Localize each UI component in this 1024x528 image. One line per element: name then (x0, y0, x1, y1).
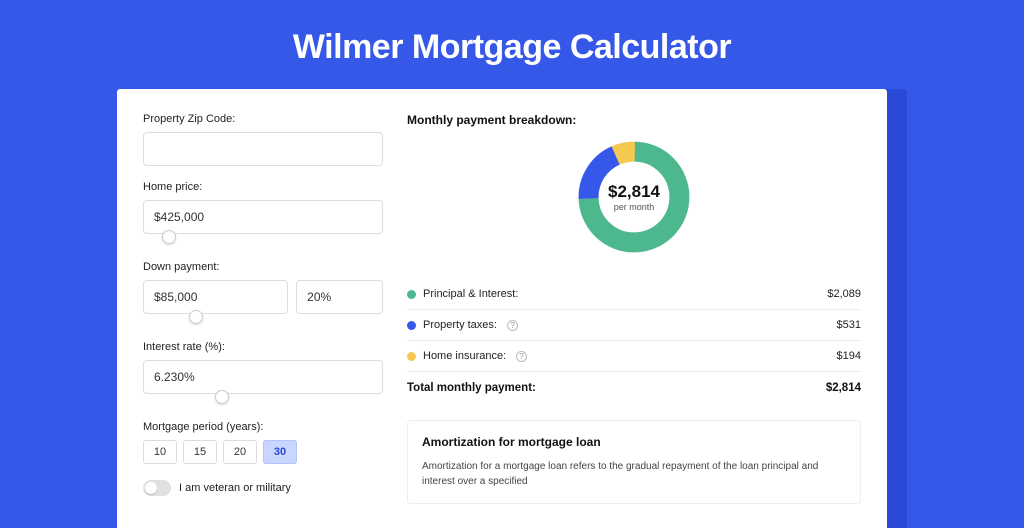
breakdown-title: Monthly payment breakdown: (407, 113, 861, 127)
amortization-card: Amortization for mortgage loan Amortizat… (407, 420, 861, 504)
veteran-label: I am veteran or military (179, 482, 291, 494)
zip-label: Property Zip Code: (143, 113, 383, 125)
legend-principal-label: Principal & Interest: (423, 288, 518, 300)
legend-insurance-row: Home insurance: ? $194 (407, 341, 861, 372)
zip-input[interactable] (143, 132, 383, 166)
period-20-button[interactable]: 20 (223, 440, 257, 464)
total-label: Total monthly payment: (407, 382, 536, 394)
period-15-button[interactable]: 15 (183, 440, 217, 464)
veteran-row: I am veteran or military (143, 480, 383, 496)
page-title: Wilmer Mortgage Calculator (0, 0, 1024, 89)
card-shadow: Property Zip Code: Home price: Down paym… (117, 89, 907, 528)
down-payment-field: Down payment: (143, 261, 383, 326)
home-price-slider[interactable] (143, 232, 383, 246)
home-price-field: Home price: (143, 181, 383, 246)
calculator-card: Property Zip Code: Home price: Down paym… (117, 89, 887, 528)
total-row: Total monthly payment: $2,814 (407, 372, 861, 404)
donut-center: $2,814 per month (574, 137, 694, 257)
amortization-title: Amortization for mortgage loan (422, 435, 846, 449)
down-payment-input[interactable] (143, 280, 288, 314)
donut-value: $2,814 (608, 182, 660, 202)
home-price-input[interactable] (143, 200, 383, 234)
period-label: Mortgage period (years): (143, 421, 383, 433)
dot-icon (407, 290, 416, 299)
total-value: $2,814 (826, 382, 861, 394)
legend-taxes-value: $531 (837, 319, 861, 331)
donut-chart-wrap: $2,814 per month (407, 137, 861, 257)
amortization-body: Amortization for a mortgage loan refers … (422, 459, 846, 489)
legend-principal-value: $2,089 (827, 288, 861, 300)
down-payment-label: Down payment: (143, 261, 383, 273)
zip-field: Property Zip Code: (143, 113, 383, 166)
interest-slider[interactable] (143, 392, 383, 406)
breakdown-column: Monthly payment breakdown: $2,814 per mo… (407, 113, 861, 504)
period-field: Mortgage period (years): 10 15 20 30 (143, 421, 383, 464)
donut-sub: per month (614, 202, 655, 212)
slider-thumb-icon[interactable] (189, 310, 203, 324)
interest-input[interactable] (143, 360, 383, 394)
dot-icon (407, 321, 416, 330)
help-icon[interactable]: ? (507, 320, 518, 331)
legend-taxes-label: Property taxes: (423, 319, 497, 331)
legend-principal-row: Principal & Interest: $2,089 (407, 279, 861, 310)
dot-icon (407, 352, 416, 361)
legend-insurance-value: $194 (837, 350, 861, 362)
period-10-button[interactable]: 10 (143, 440, 177, 464)
donut-chart: $2,814 per month (574, 137, 694, 257)
toggle-knob-icon (145, 482, 157, 494)
slider-thumb-icon[interactable] (162, 230, 176, 244)
slider-thumb-icon[interactable] (215, 390, 229, 404)
veteran-toggle[interactable] (143, 480, 171, 496)
period-30-button[interactable]: 30 (263, 440, 297, 464)
legend-insurance-label: Home insurance: (423, 350, 506, 362)
down-payment-slider[interactable] (143, 312, 383, 326)
down-payment-pct-input[interactable] (296, 280, 383, 314)
interest-label: Interest rate (%): (143, 341, 383, 353)
inputs-column: Property Zip Code: Home price: Down paym… (143, 113, 383, 504)
legend-taxes-row: Property taxes: ? $531 (407, 310, 861, 341)
interest-field: Interest rate (%): (143, 341, 383, 406)
help-icon[interactable]: ? (516, 351, 527, 362)
home-price-label: Home price: (143, 181, 383, 193)
period-options: 10 15 20 30 (143, 440, 383, 464)
